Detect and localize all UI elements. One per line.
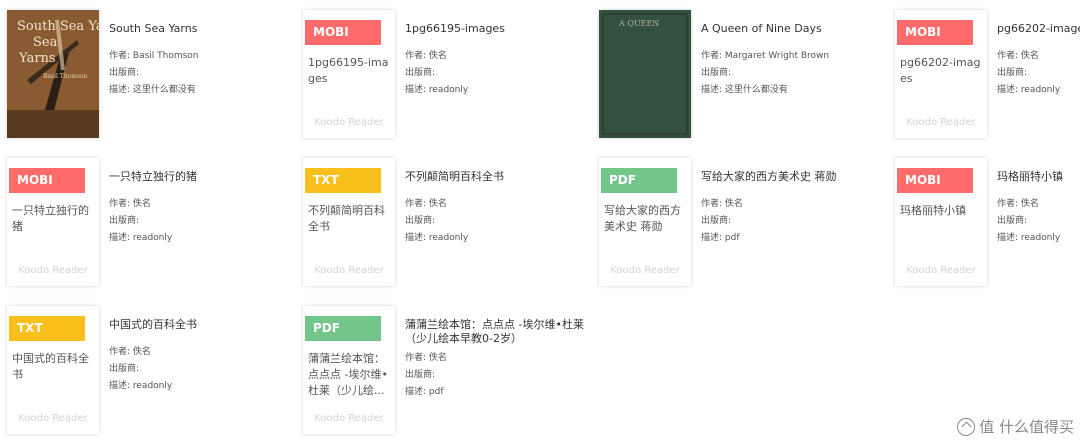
book-author: 作者: 佚名 xyxy=(997,51,1039,61)
book-cover[interactable]: TXT 中国式的百科全书 Koodo Reader xyxy=(7,306,99,434)
book-publisher: 出版商: xyxy=(109,364,140,374)
cover-brand: Koodo Reader xyxy=(18,265,88,276)
book-author: 作者: 佚名 xyxy=(405,51,447,61)
smzdm-logo-icon xyxy=(957,417,976,436)
book-cover[interactable]: MOBI 玛格丽特小镇 Koodo Reader xyxy=(895,158,987,286)
book-title[interactable]: 1pg66195-images xyxy=(405,22,585,36)
book-description: 描述: readonly xyxy=(109,381,173,391)
format-tag: MOBI xyxy=(897,20,973,45)
book-author: 作者: 佚名 xyxy=(109,199,151,209)
book-description: 描述: readonly xyxy=(997,233,1061,243)
book-title[interactable]: 写给大家的西方美术史 蒋勋 xyxy=(701,170,881,184)
book-title[interactable]: pg66202-images xyxy=(997,22,1080,36)
site-watermark: 值 什么值得买 xyxy=(957,416,1074,437)
book-cover[interactable]: MOBI 1pg66195-images Koodo Reader xyxy=(303,10,395,138)
book-title[interactable]: 不列颠简明百科全书 xyxy=(405,170,585,184)
book-item[interactable]: PDF 写给大家的西方美术史 蒋勋 Koodo Reader 写给大家的西方美术… xyxy=(594,158,884,288)
book-author: 作者: 佚名 xyxy=(405,199,447,209)
book-item[interactable]: South Sea Yarns Sea Yarns Basil Thomson … xyxy=(2,10,292,140)
cover-title: 一只特立独行的猪 xyxy=(12,204,89,233)
cover-brand: Koodo Reader xyxy=(314,413,384,424)
cover-title: 玛格丽特小镇 xyxy=(900,204,966,217)
book-description: 描述: readonly xyxy=(997,85,1061,95)
book-item[interactable]: MOBI pg66202-images Koodo Reader pg66202… xyxy=(890,10,1080,140)
format-tag: MOBI xyxy=(9,168,85,193)
book-title[interactable]: South Sea Yarns xyxy=(109,22,289,36)
book-author: 作者: Basil Thomson xyxy=(109,51,199,61)
book-author: 作者: 佚名 xyxy=(405,353,447,363)
book-title[interactable]: 蒲蒲兰绘本馆：点点点 -埃尔维•杜莱（少儿绘本早教0-2岁） xyxy=(405,318,585,346)
photo-cover-south-sea-yarns: South Sea Yarns Sea Yarns Basil Thomson xyxy=(7,10,99,138)
book-description: 描述: 这里什么都没有 xyxy=(701,85,788,95)
book-cover[interactable]: A QUEEN xyxy=(599,10,691,138)
book-publisher: 出版商: xyxy=(997,216,1028,226)
cover-title: 蒲蒲兰绘本馆：点点点 -埃尔维•杜莱（少儿绘... xyxy=(308,352,388,397)
book-cover[interactable]: MOBI pg66202-images Koodo Reader xyxy=(895,10,987,138)
book-description: 描述: 这里什么都没有 xyxy=(109,85,196,95)
cover-brand: Koodo Reader xyxy=(906,265,976,276)
book-title[interactable]: A Queen of Nine Days xyxy=(701,22,881,36)
cover-title: pg66202-images xyxy=(900,56,981,85)
svg-text:Basil Thomson: Basil Thomson xyxy=(43,73,88,80)
book-description: 描述: readonly xyxy=(405,233,469,243)
cover-brand: Koodo Reader xyxy=(18,413,88,424)
book-cover[interactable]: PDF 写给大家的西方美术史 蒋勋 Koodo Reader xyxy=(599,158,691,286)
book-publisher: 出版商: xyxy=(405,68,436,78)
book-author: 作者: 佚名 xyxy=(701,199,743,209)
book-cover[interactable]: South Sea Yarns Sea Yarns Basil Thomson xyxy=(7,10,99,138)
book-author: 作者: 佚名 xyxy=(997,199,1039,209)
book-item[interactable]: MOBI 玛格丽特小镇 Koodo Reader 玛格丽特小镇 作者: 佚名 出… xyxy=(890,158,1080,288)
book-item[interactable]: TXT 不列颠简明百科全书 Koodo Reader 不列颠简明百科全书 作者:… xyxy=(298,158,588,288)
book-publisher: 出版商: xyxy=(701,216,732,226)
book-publisher: 出版商: xyxy=(701,68,732,78)
svg-text:Sea: Sea xyxy=(33,35,58,50)
book-title[interactable]: 玛格丽特小镇 xyxy=(997,170,1080,184)
cover-title: 不列颠简明百科全书 xyxy=(308,204,385,233)
format-tag: PDF xyxy=(601,168,677,193)
book-title[interactable]: 一只特立独行的猪 xyxy=(109,170,289,184)
book-description: 描述: pdf xyxy=(701,233,740,243)
cover-brand: Koodo Reader xyxy=(314,117,384,128)
svg-text:Yarns: Yarns xyxy=(18,51,56,66)
book-cover[interactable]: PDF 蒲蒲兰绘本馆：点点点 -埃尔维•杜莱（少儿绘... Koodo Read… xyxy=(303,306,395,434)
cover-brand: Koodo Reader xyxy=(906,117,976,128)
book-publisher: 出版商: xyxy=(405,216,436,226)
book-author: 作者: Margaret Wright Brown xyxy=(701,51,830,61)
cover-title: 1pg66195-images xyxy=(308,56,389,85)
format-tag: TXT xyxy=(305,168,381,193)
book-title[interactable]: 中国式的百科全书 xyxy=(109,318,289,332)
book-item[interactable]: A QUEEN A Queen of Nine Days 作者: Margare… xyxy=(594,10,884,140)
svg-text:South Sea Yarns: South Sea Yarns xyxy=(17,19,99,34)
format-tag: PDF xyxy=(305,316,381,341)
book-cover[interactable]: MOBI 一只特立独行的猪 Koodo Reader xyxy=(7,158,99,286)
book-publisher: 出版商: xyxy=(997,68,1028,78)
book-description: 描述: pdf xyxy=(405,387,444,397)
book-publisher: 出版商: xyxy=(109,216,140,226)
book-item[interactable]: TXT 中国式的百科全书 Koodo Reader 中国式的百科全书 作者: 佚… xyxy=(2,306,292,436)
cover-title: 写给大家的西方美术史 蒋勋 xyxy=(604,204,681,233)
book-description: 描述: readonly xyxy=(109,233,173,243)
book-publisher: 出版商: xyxy=(405,370,436,380)
photo-cover-queen: A QUEEN xyxy=(599,10,691,138)
book-publisher: 出版商: xyxy=(109,68,140,78)
svg-text:A QUEEN: A QUEEN xyxy=(618,19,659,28)
book-item[interactable]: MOBI 一只特立独行的猪 Koodo Reader 一只特立独行的猪 作者: … xyxy=(2,158,292,288)
watermark-text: 值 什么值得买 xyxy=(979,418,1074,436)
cover-brand: Koodo Reader xyxy=(314,265,384,276)
book-description: 描述: readonly xyxy=(405,85,469,95)
book-item[interactable]: PDF 蒲蒲兰绘本馆：点点点 -埃尔维•杜莱（少儿绘... Koodo Read… xyxy=(298,306,588,436)
cover-title: 中国式的百科全书 xyxy=(12,352,89,381)
cover-brand: Koodo Reader xyxy=(610,265,680,276)
format-tag: MOBI xyxy=(897,168,973,193)
format-tag: MOBI xyxy=(305,20,381,45)
book-author: 作者: 佚名 xyxy=(109,347,151,357)
book-cover[interactable]: TXT 不列颠简明百科全书 Koodo Reader xyxy=(303,158,395,286)
book-item[interactable]: MOBI 1pg66195-images Koodo Reader 1pg661… xyxy=(298,10,588,140)
format-tag: TXT xyxy=(9,316,85,341)
